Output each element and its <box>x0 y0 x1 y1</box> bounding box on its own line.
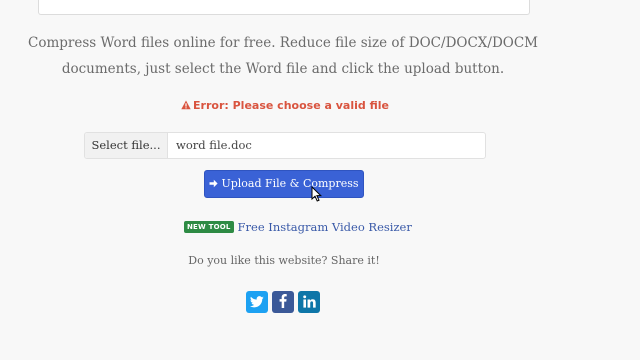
description-line-1: Compress Word files online for free. Red… <box>28 35 538 51</box>
page: Compress Word files online for free. Red… <box>0 0 640 360</box>
instagram-video-resizer-link[interactable]: Free Instagram Video Resizer <box>238 220 412 234</box>
upload-button-label: Upload File & Compress <box>221 177 359 190</box>
upload-compress-button[interactable]: Upload File & Compress <box>204 170 364 198</box>
facebook-share-button[interactable] <box>272 291 294 313</box>
share-prompt: Do you like this website? Share it! <box>188 254 380 267</box>
file-name-field[interactable]: word file.doc <box>168 133 485 158</box>
social-share-buttons <box>246 291 320 313</box>
description-line-2: documents, just select the Word file and… <box>61 61 505 77</box>
linkedin-share-button[interactable] <box>298 291 320 313</box>
twitter-share-button[interactable] <box>246 291 268 313</box>
twitter-icon <box>249 293 264 312</box>
error-message: Error: Please choose a valid file <box>0 99 570 113</box>
mouse-pointer-icon <box>311 185 323 206</box>
error-text: Error: Please choose a valid file <box>193 99 389 112</box>
top-card <box>38 0 530 15</box>
warning-icon <box>181 100 191 113</box>
file-input-group: Select file... word file.doc <box>84 132 486 159</box>
facebook-icon <box>279 293 287 312</box>
arrow-right-icon <box>209 172 219 198</box>
description: Compress Word files online for free. Red… <box>20 30 546 82</box>
new-tool-promo: NEW TOOL Free Instagram Video Resizer <box>184 219 412 235</box>
linkedin-icon <box>302 293 316 312</box>
new-tool-badge: NEW TOOL <box>184 221 234 233</box>
select-file-button[interactable]: Select file... <box>85 133 168 158</box>
